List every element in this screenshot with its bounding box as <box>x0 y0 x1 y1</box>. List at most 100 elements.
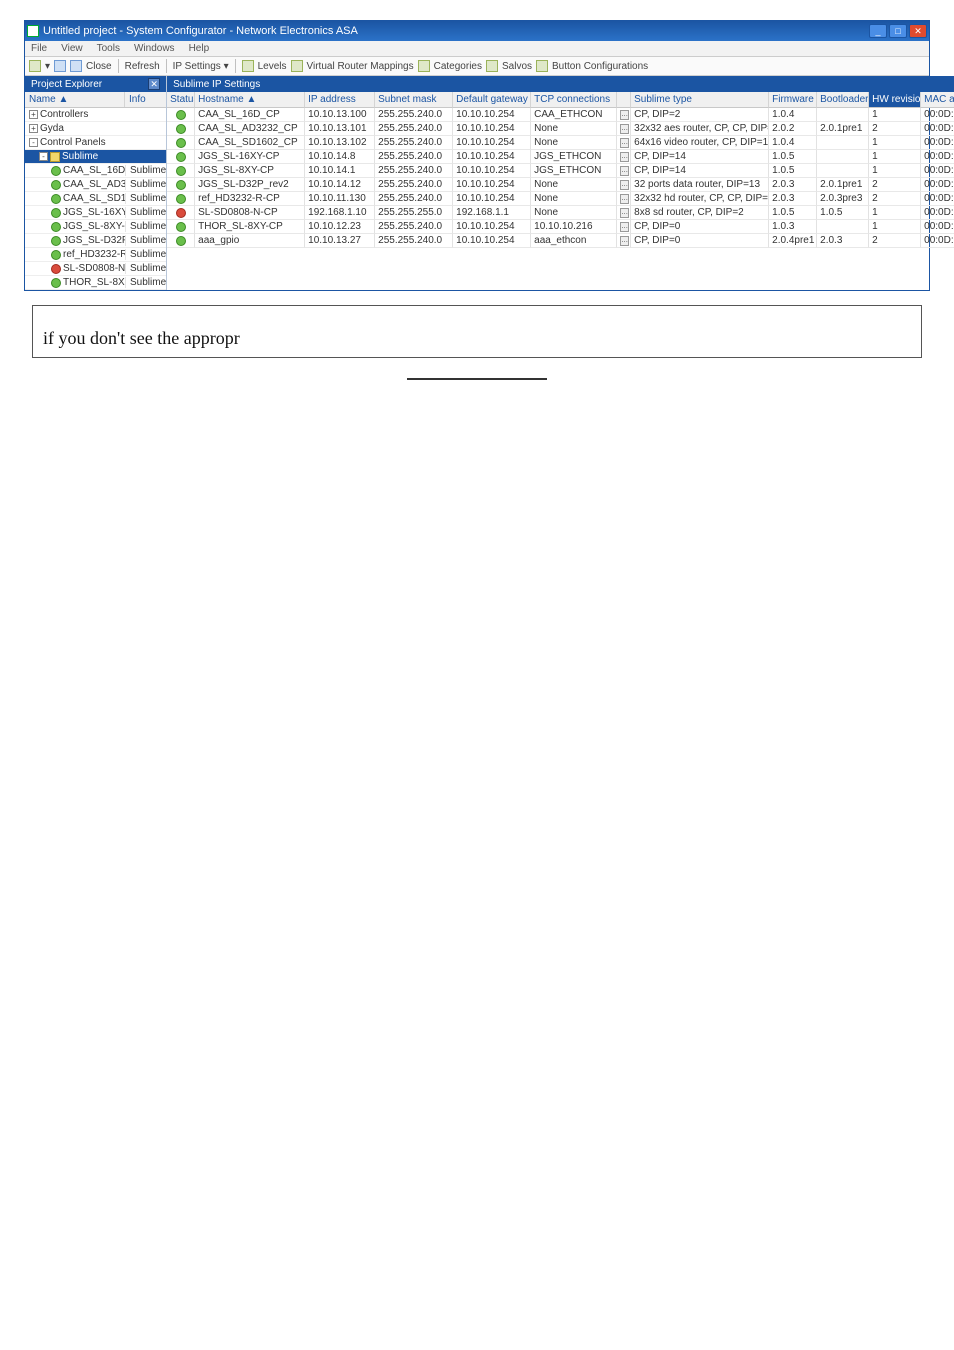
tree-row[interactable]: CAA_SL_SD1602_C…Sublime <box>25 192 166 206</box>
grid-cell: 1.0.4 <box>769 108 817 122</box>
tcp-connections-button[interactable]: … <box>620 166 629 176</box>
pane-close-button[interactable]: ✕ <box>148 78 160 90</box>
titlebar: Untitled project - System Configurator -… <box>25 21 929 41</box>
button-configs-button[interactable]: Button Configurations <box>552 61 648 72</box>
grid-cell: JGS_ETHCON <box>531 150 617 164</box>
menubar: File View Tools Windows Help <box>25 41 929 57</box>
tree-row[interactable]: SL-SD0808-N-CPSublime <box>25 262 166 276</box>
button-configs-icon <box>536 60 548 72</box>
tree-row[interactable]: JGS_SL-8XY-CPSublime <box>25 220 166 234</box>
open-icon[interactable] <box>54 60 66 72</box>
grid-col-header[interactable]: TCP connections <box>531 92 617 108</box>
refresh-button[interactable]: Refresh <box>125 61 160 72</box>
grid-row[interactable]: THOR_SL-8XY-CP10.10.12.23255.255.240.010… <box>167 220 954 234</box>
tree-row[interactable]: +Controllers <box>25 108 166 122</box>
menu-view[interactable]: View <box>61 43 83 54</box>
grid-cell: 2 <box>869 178 921 192</box>
grid-row[interactable]: CAA_SL_AD3232_CP10.10.13.101255.255.240.… <box>167 122 954 136</box>
tree-item-label: JGS_SL-D32P_rev2 <box>63 235 125 246</box>
grid-cell: 10.10.13.100 <box>305 108 375 122</box>
expand-toggle[interactable]: - <box>39 152 48 161</box>
maximize-button[interactable]: □ <box>889 24 907 38</box>
save-icon[interactable] <box>70 60 82 72</box>
tree-row[interactable]: THOR_SL-8XY-CPSublime <box>25 276 166 290</box>
grid-row[interactable]: CAA_SL_16D_CP10.10.13.100255.255.240.010… <box>167 108 954 122</box>
grid-cell: 2 <box>869 192 921 206</box>
grid-col-header[interactable]: Subnet mask <box>375 92 453 108</box>
tcp-connections-button[interactable]: … <box>620 138 629 148</box>
menu-help[interactable]: Help <box>189 43 210 54</box>
new-icon[interactable] <box>29 60 41 72</box>
grid-cell: 1 <box>869 164 921 178</box>
grid-col-header[interactable]: Bootloader <box>817 92 869 108</box>
project-tree[interactable]: +Controllers+Gyda-Control Panels-Sublime… <box>25 108 166 290</box>
grid-row[interactable]: SL-SD0808-N-CP192.168.1.10255.255.255.01… <box>167 206 954 220</box>
grid-cell: 00:0D:39:FF:00:39 <box>921 234 954 248</box>
grid-row[interactable]: aaa_gpio10.10.13.27255.255.240.010.10.10… <box>167 234 954 248</box>
grid-col-header[interactable]: IP address <box>305 92 375 108</box>
tree-row[interactable]: JGS_SL-16XY-CPSublime <box>25 206 166 220</box>
minimize-button[interactable]: _ <box>869 24 887 38</box>
tcp-connections-button[interactable]: … <box>620 236 629 246</box>
grid-cell <box>817 150 869 164</box>
grid-col-header[interactable]: HW revision <box>869 92 921 108</box>
grid-cell: None <box>531 206 617 220</box>
expand-toggle[interactable]: - <box>29 138 38 147</box>
grid-col-header[interactable]: Firmware <box>769 92 817 108</box>
tcp-connections-button[interactable]: … <box>620 222 629 232</box>
ip-settings-dropdown[interactable]: IP Settings ▾ <box>173 61 229 72</box>
tree-col-info[interactable]: Info <box>125 92 166 107</box>
grid-row[interactable]: CAA_SL_SD1602_CP10.10.13.102255.255.240.… <box>167 136 954 150</box>
menu-file[interactable]: File <box>31 43 47 54</box>
grid-col-header[interactable]: Status <box>167 92 195 108</box>
tcp-connections-button[interactable]: … <box>620 110 629 120</box>
grid-cell: 2.0.3pre3 <box>817 192 869 206</box>
grid-col-header[interactable] <box>617 92 631 108</box>
grid-col-header[interactable]: Sublime type <box>631 92 769 108</box>
menu-tools[interactable]: Tools <box>97 43 120 54</box>
status-icon <box>51 278 61 288</box>
tree-item-info: Sublime <box>125 249 166 260</box>
window-title: Untitled project - System Configurator -… <box>43 25 358 37</box>
tree-row[interactable]: JGS_SL-D32P_rev2Sublime <box>25 234 166 248</box>
grid-col-header[interactable]: Default gateway <box>453 92 531 108</box>
categories-button[interactable]: Categories <box>434 61 482 72</box>
status-icon <box>51 236 61 246</box>
grid-cell: 255.255.240.0 <box>375 150 453 164</box>
close-button[interactable]: ✕ <box>909 24 927 38</box>
tree-col-name[interactable]: Name ▲ <box>25 92 125 107</box>
salvos-button[interactable]: Salvos <box>502 61 532 72</box>
tree-item-info: Sublime <box>125 165 166 176</box>
grid-row[interactable]: JGS_SL-8XY-CP10.10.14.1255.255.240.010.1… <box>167 164 954 178</box>
vrm-button[interactable]: Virtual Router Mappings <box>307 61 414 72</box>
grid-cell: JGS_ETHCON <box>531 164 617 178</box>
tree-row[interactable]: CAA_SL_AD3232_C…Sublime <box>25 178 166 192</box>
tcp-connections-button[interactable]: … <box>620 180 629 190</box>
menu-windows[interactable]: Windows <box>134 43 175 54</box>
grid-row[interactable]: JGS_SL-D32P_rev210.10.14.12255.255.240.0… <box>167 178 954 192</box>
tree-row[interactable]: +Gyda <box>25 122 166 136</box>
tree-row[interactable]: CAA_SL_16D_CPSublime <box>25 164 166 178</box>
grid-cell: 1.0.4 <box>769 136 817 150</box>
status-icon <box>176 110 186 120</box>
grid-cell: None <box>531 192 617 206</box>
grid-col-header[interactable]: Hostname ▲ <box>195 92 305 108</box>
levels-button[interactable]: Levels <box>258 61 287 72</box>
grid-cell: 2 <box>869 234 921 248</box>
grid-col-header[interactable]: MAC address <box>921 92 954 108</box>
tree-row[interactable]: ref_HD3232-R-CPSublime <box>25 248 166 262</box>
expand-toggle[interactable]: + <box>29 124 38 133</box>
tcp-connections-button[interactable]: … <box>620 194 629 204</box>
grid-row[interactable]: JGS_SL-16XY-CP10.10.14.8255.255.240.010.… <box>167 150 954 164</box>
grid-row[interactable]: ref_HD3232-R-CP10.10.11.130255.255.240.0… <box>167 192 954 206</box>
tree-item-info: Sublime <box>125 207 166 218</box>
grid-cell: None <box>531 178 617 192</box>
close-button[interactable]: Close <box>86 61 112 72</box>
tcp-connections-button[interactable]: … <box>620 208 629 218</box>
tcp-connections-button[interactable]: … <box>620 152 629 162</box>
tree-row[interactable]: -Sublime <box>25 150 166 164</box>
tcp-connections-button[interactable]: … <box>620 124 629 134</box>
expand-toggle[interactable]: + <box>29 110 38 119</box>
tree-row[interactable]: -Control Panels <box>25 136 166 150</box>
grid-cell <box>817 136 869 150</box>
